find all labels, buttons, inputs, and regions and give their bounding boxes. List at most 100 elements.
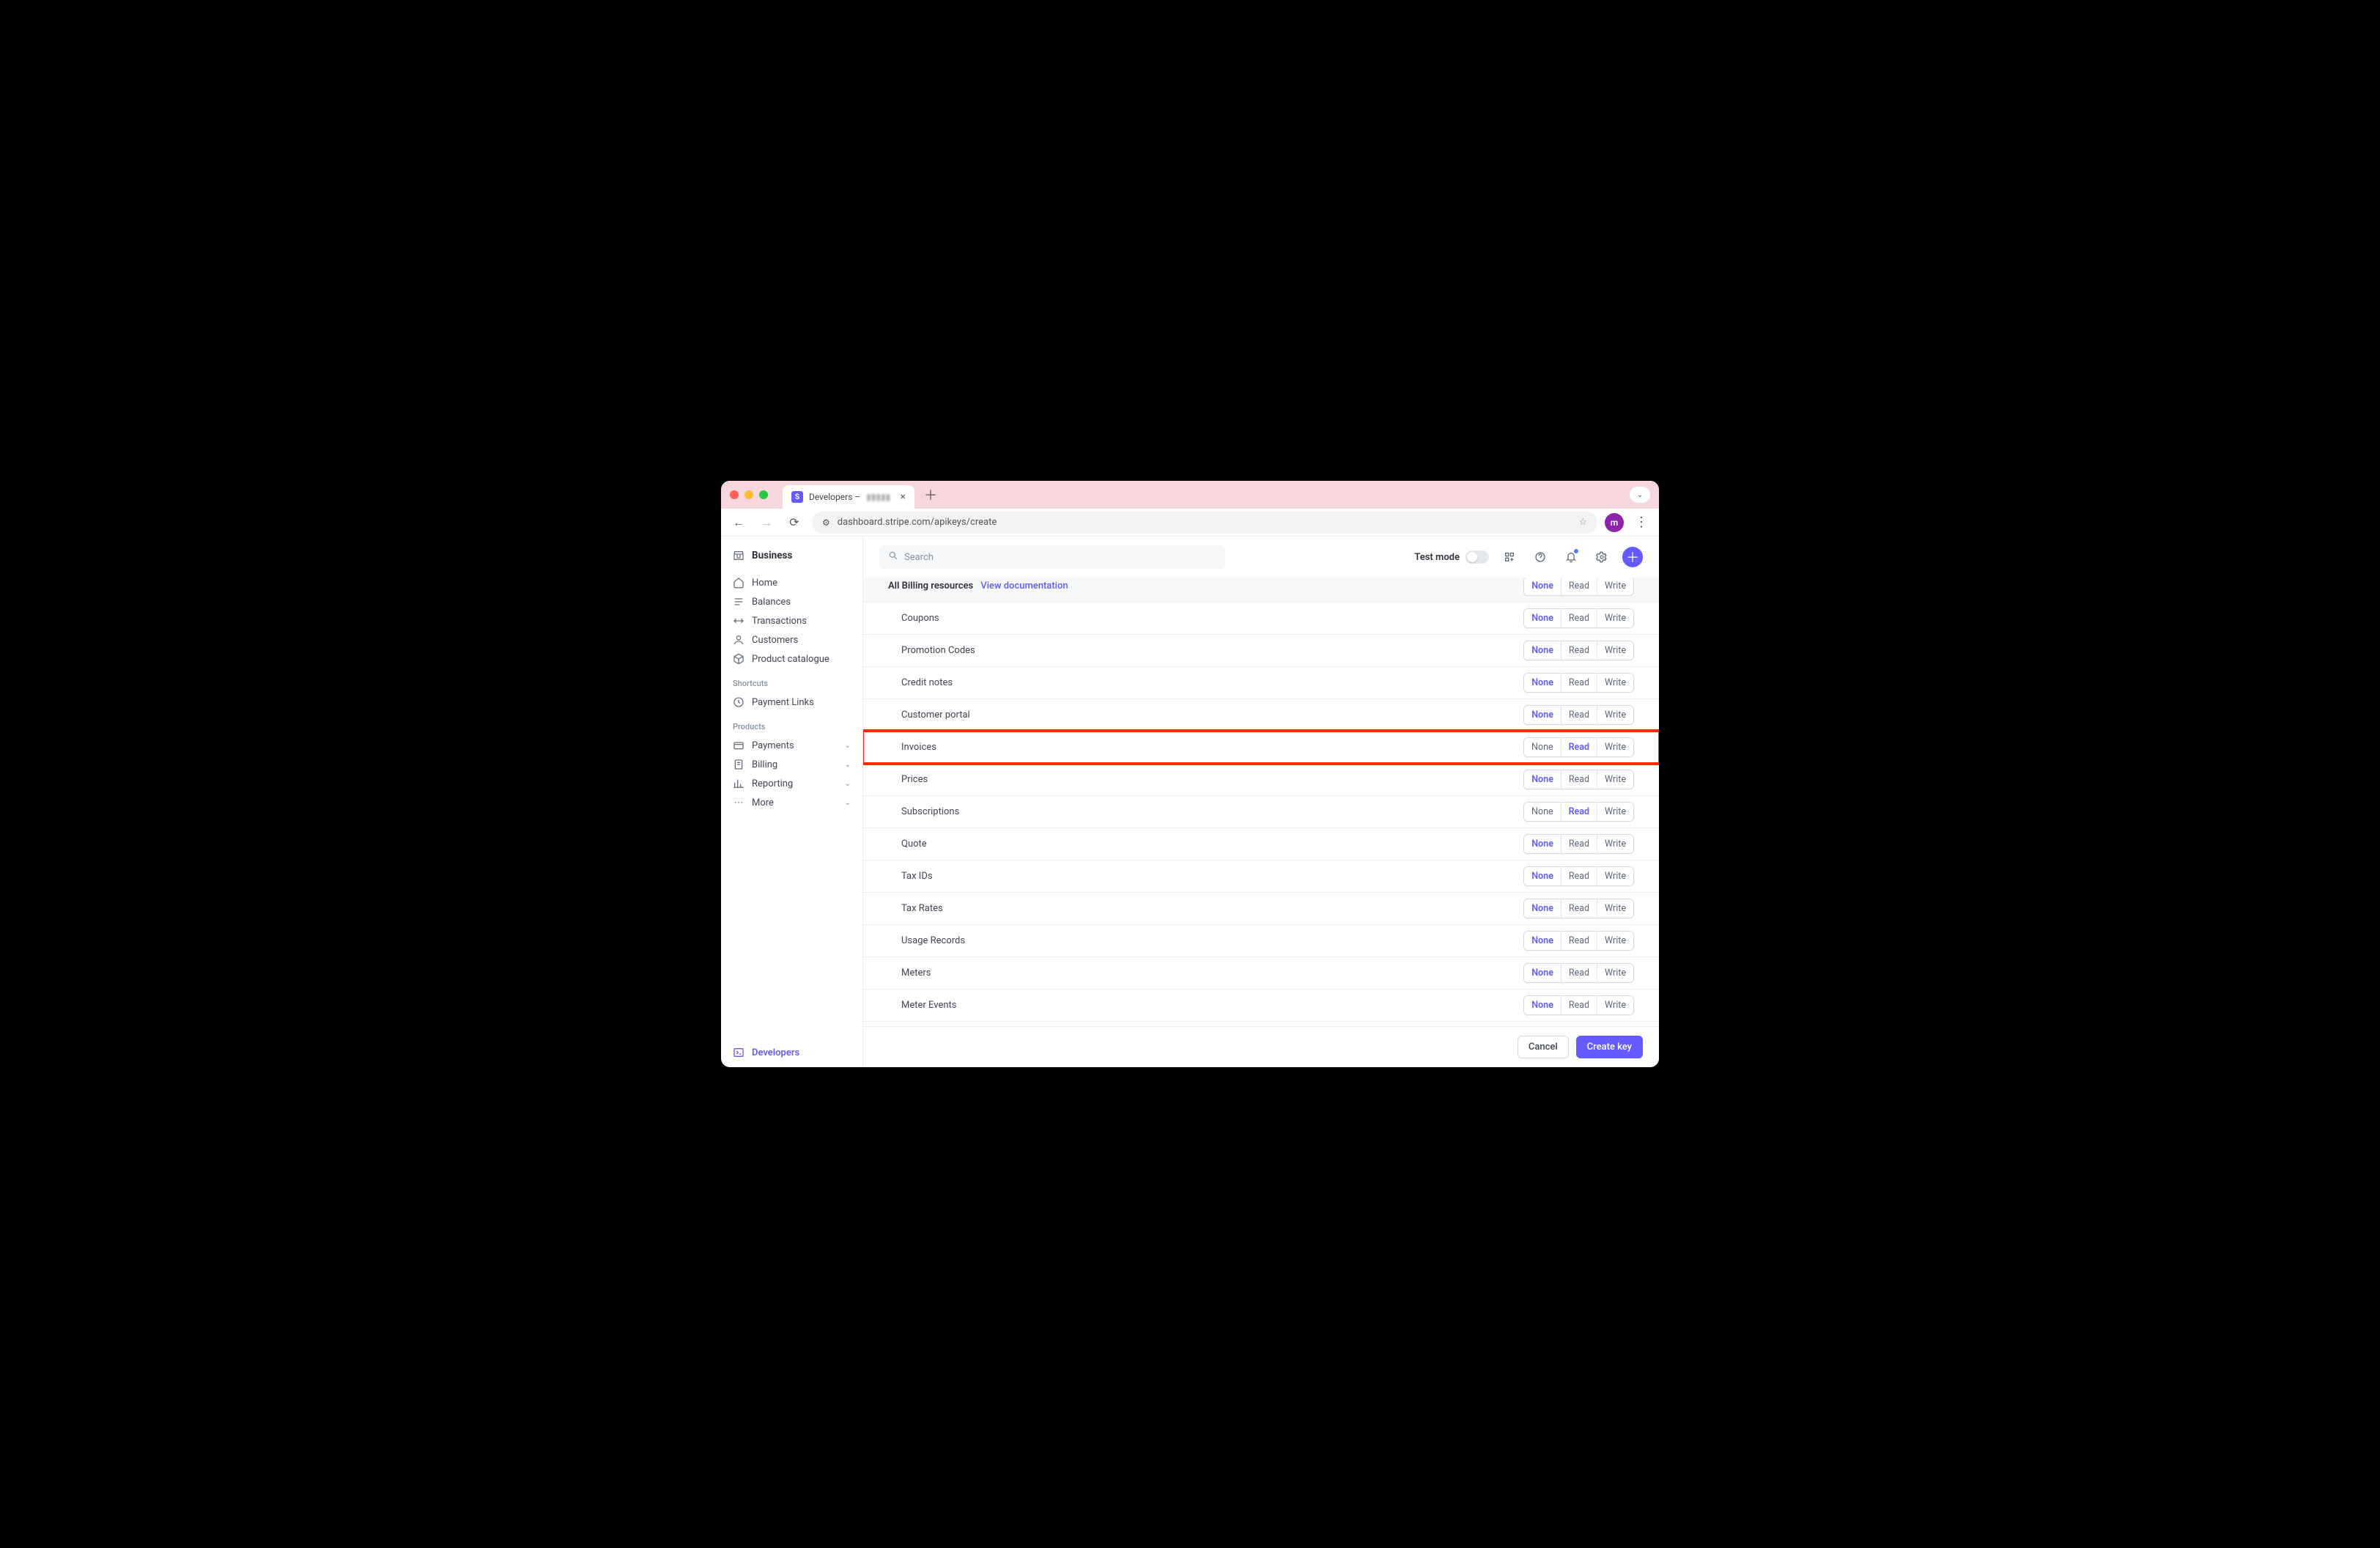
perm-option-write[interactable]: Write (1597, 609, 1633, 627)
close-tab-icon[interactable]: × (901, 491, 906, 503)
permission-selector[interactable]: NoneReadWrite (1523, 608, 1634, 628)
browser-tab[interactable]: S Developers – ▮▮▮▮▮ × (783, 485, 914, 509)
sidebar-item-reporting[interactable]: Reporting ⌄ (721, 774, 862, 793)
perm-option-read[interactable]: Read (1561, 803, 1597, 821)
permission-selector[interactable]: NoneReadWrite (1523, 802, 1634, 822)
invoice-icon (733, 759, 744, 770)
perm-option-write[interactable]: Write (1597, 867, 1633, 885)
sidebar-item-transactions[interactable]: Transactions (721, 611, 862, 630)
account-switcher[interactable]: Business (721, 547, 862, 573)
group-permission-selector[interactable]: None Read Write (1523, 578, 1634, 596)
permission-selector[interactable]: NoneReadWrite (1523, 963, 1634, 983)
perm-option-write[interactable]: Write (1597, 996, 1633, 1014)
perm-option-write[interactable]: Write (1597, 770, 1633, 789)
tab-overflow-button[interactable]: ⌄ (1630, 487, 1650, 503)
back-button[interactable]: ← (728, 512, 749, 533)
permission-selector[interactable]: NoneReadWrite (1523, 899, 1634, 918)
sidebar-item-more[interactable]: ⋯ More ⌄ (721, 793, 862, 812)
perm-option-read[interactable]: Read (1561, 706, 1597, 724)
profile-avatar[interactable]: m (1605, 513, 1624, 532)
sidebar-item-home[interactable]: Home (721, 573, 862, 592)
bookmark-icon[interactable]: ☆ (1578, 517, 1587, 528)
perm-option-read[interactable]: Read (1561, 770, 1597, 789)
test-mode-toggle[interactable]: Test mode (1414, 550, 1489, 564)
cancel-button[interactable]: Cancel (1518, 1036, 1569, 1058)
notifications-icon[interactable] (1561, 547, 1581, 567)
permission-selector[interactable]: NoneReadWrite (1523, 705, 1634, 725)
browser-menu-icon[interactable]: ⋮ (1631, 512, 1652, 533)
create-key-button[interactable]: Create key (1576, 1036, 1643, 1058)
perm-option-read[interactable]: Read (1561, 835, 1597, 853)
perm-option-write[interactable]: Write (1597, 706, 1633, 724)
perm-option-write[interactable]: Write (1597, 803, 1633, 821)
perm-option-none[interactable]: None (1524, 578, 1561, 595)
perm-option-none[interactable]: None (1524, 706, 1561, 724)
sidebar-item-payment-links[interactable]: Payment Links (721, 693, 862, 712)
sidebar-item-billing[interactable]: Billing ⌄ (721, 755, 862, 774)
close-window-icon[interactable] (730, 490, 739, 499)
permission-selector[interactable]: NoneReadWrite (1523, 770, 1634, 789)
perm-option-read[interactable]: Read (1561, 641, 1597, 660)
help-icon[interactable] (1530, 547, 1551, 567)
maximize-window-icon[interactable] (759, 490, 768, 499)
sidebar-item-catalogue[interactable]: Product catalogue (721, 649, 862, 668)
search-input[interactable]: Search (879, 545, 1225, 569)
perm-option-none[interactable]: None (1524, 996, 1561, 1014)
address-bar[interactable]: ⚙ dashboard.stripe.com/apikeys/create ☆ (812, 512, 1597, 534)
minimize-window-icon[interactable] (744, 490, 753, 499)
browser-tab-bar: S Developers – ▮▮▮▮▮ × ＋ ⌄ (721, 481, 1659, 509)
settings-icon[interactable] (1592, 547, 1612, 567)
perm-option-read[interactable]: Read (1561, 932, 1597, 950)
perm-option-read[interactable]: Read (1561, 609, 1597, 627)
permission-selector[interactable]: NoneReadWrite (1523, 995, 1634, 1015)
perm-option-write[interactable]: Write (1597, 738, 1633, 756)
permission-selector[interactable]: NoneReadWrite (1523, 737, 1634, 757)
permission-selector[interactable]: NoneReadWrite (1523, 931, 1634, 951)
create-button[interactable]: ＋ (1622, 547, 1643, 567)
perm-option-none[interactable]: None (1524, 738, 1561, 756)
perm-option-none[interactable]: None (1524, 867, 1561, 885)
forward-button[interactable]: → (756, 512, 777, 533)
toggle-switch[interactable] (1466, 550, 1489, 564)
perm-option-none[interactable]: None (1524, 609, 1561, 627)
sidebar-section-products: Products (721, 712, 862, 736)
perm-option-write[interactable]: Write (1597, 578, 1633, 595)
perm-option-write[interactable]: Write (1597, 674, 1633, 692)
perm-option-none[interactable]: None (1524, 770, 1561, 789)
sidebar-item-balances[interactable]: Balances (721, 592, 862, 611)
permission-row: SubscriptionsNoneReadWrite (863, 796, 1659, 828)
apps-icon[interactable] (1499, 547, 1520, 567)
reload-button[interactable]: ⟳ (784, 512, 805, 533)
site-settings-icon[interactable]: ⚙ (822, 517, 830, 528)
perm-option-none[interactable]: None (1524, 835, 1561, 853)
perm-option-none[interactable]: None (1524, 932, 1561, 950)
view-docs-link[interactable]: View documentation (980, 580, 1068, 591)
new-tab-button[interactable]: ＋ (920, 484, 941, 505)
sidebar-developers-link[interactable]: Developers (721, 1037, 862, 1067)
permission-selector[interactable]: NoneReadWrite (1523, 866, 1634, 886)
permission-selector[interactable]: NoneReadWrite (1523, 673, 1634, 693)
permission-selector[interactable]: NoneReadWrite (1523, 834, 1634, 854)
perm-option-read[interactable]: Read (1561, 996, 1597, 1014)
perm-option-none[interactable]: None (1524, 964, 1561, 982)
perm-option-read[interactable]: Read (1561, 899, 1597, 918)
perm-option-none[interactable]: None (1524, 899, 1561, 918)
perm-option-write[interactable]: Write (1597, 835, 1633, 853)
perm-option-none[interactable]: None (1524, 674, 1561, 692)
permission-row: PricesNoneReadWrite (863, 764, 1659, 796)
perm-option-write[interactable]: Write (1597, 899, 1633, 918)
sidebar-item-payments[interactable]: Payments ⌄ (721, 736, 862, 755)
browser-window: S Developers – ▮▮▮▮▮ × ＋ ⌄ ← → ⟳ ⚙ dashb… (721, 481, 1659, 1067)
perm-option-read[interactable]: Read (1561, 964, 1597, 982)
perm-option-read[interactable]: Read (1561, 578, 1597, 595)
perm-option-none[interactable]: None (1524, 803, 1561, 821)
permission-selector[interactable]: NoneReadWrite (1523, 641, 1634, 660)
perm-option-read[interactable]: Read (1561, 674, 1597, 692)
perm-option-read[interactable]: Read (1561, 738, 1597, 756)
perm-option-none[interactable]: None (1524, 641, 1561, 660)
perm-option-read[interactable]: Read (1561, 867, 1597, 885)
sidebar-item-customers[interactable]: Customers (721, 630, 862, 649)
perm-option-write[interactable]: Write (1597, 964, 1633, 982)
perm-option-write[interactable]: Write (1597, 932, 1633, 950)
perm-option-write[interactable]: Write (1597, 641, 1633, 660)
